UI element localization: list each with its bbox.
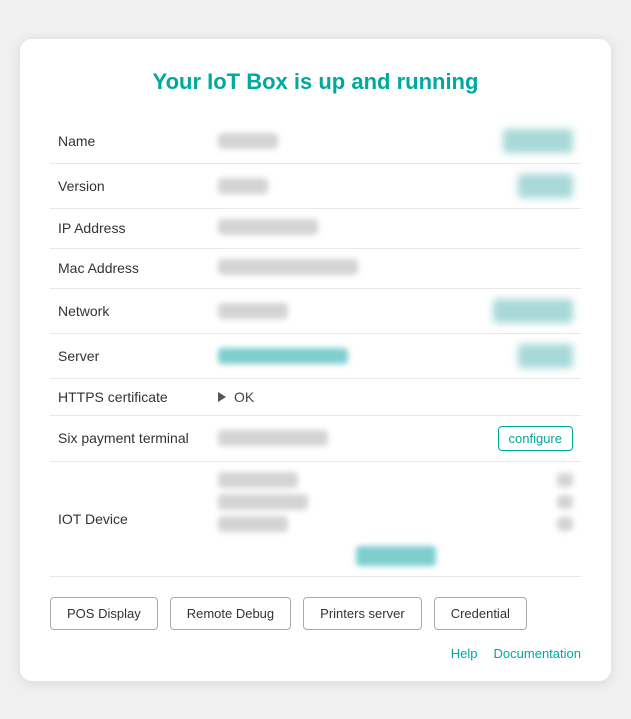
mac-label: Mac Address [50,248,210,288]
remote-debug-button[interactable]: Remote Debug [170,597,291,630]
iot-device-item [218,494,573,510]
iot-row: IOT Device [50,461,581,576]
name-row: Name [50,119,581,164]
credential-button[interactable]: Credential [434,597,527,630]
triangle-icon [218,392,226,402]
pos-display-button[interactable]: POS Display [50,597,158,630]
help-link[interactable]: Help [451,646,478,661]
ip-value [210,208,581,248]
name-label: Name [50,119,210,164]
footer-buttons: POS Display Remote Debug Printers server… [50,597,581,630]
bottom-links: Help Documentation [50,646,581,661]
version-row: Version [50,163,581,208]
https-row: HTTPS certificate OK [50,378,581,415]
configure-button[interactable]: configure [498,426,573,451]
iot-label: IOT Device [50,461,210,576]
network-value [210,288,581,333]
ip-row: IP Address [50,208,581,248]
ip-label: IP Address [50,208,210,248]
version-label: Version [50,163,210,208]
iot-box-card: Your IoT Box is up and running Name Vers… [20,39,611,681]
network-row: Network [50,288,581,333]
server-value [210,333,581,378]
mac-row: Mac Address [50,248,581,288]
payment-value: configure [210,415,581,461]
payment-label: Six payment terminal [50,415,210,461]
https-label: HTTPS certificate [50,378,210,415]
documentation-link[interactable]: Documentation [494,646,581,661]
iot-devices [210,461,581,576]
server-label: Server [50,333,210,378]
server-row: Server [50,333,581,378]
info-table: Name Version IP Address [50,119,581,577]
https-value: OK [210,378,581,415]
network-label: Network [50,288,210,333]
iot-device-item [218,472,573,488]
name-value [210,119,581,164]
iot-device-item [218,516,573,532]
page-title: Your IoT Box is up and running [50,69,581,95]
printers-server-button[interactable]: Printers server [303,597,422,630]
version-value [210,163,581,208]
mac-value [210,248,581,288]
payment-row: Six payment terminal configure [50,415,581,461]
https-ok-text: OK [234,389,254,405]
